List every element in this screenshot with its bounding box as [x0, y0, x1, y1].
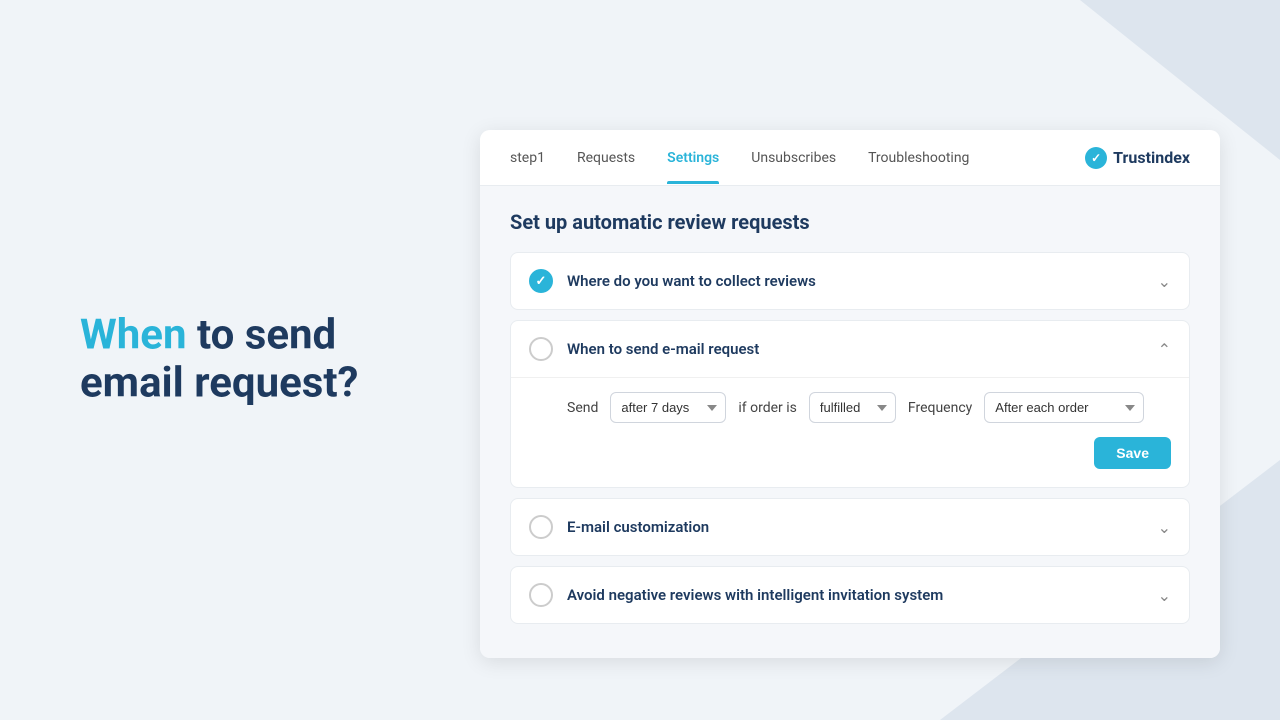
- accordion-item-4: Avoid negative reviews with intelligent …: [510, 566, 1190, 624]
- nav-bar: step1 Requests Settings Unsubscribes Tro…: [480, 130, 1220, 186]
- send-label: Send: [567, 400, 598, 416]
- accordion-header-3[interactable]: E-mail customization ⌄: [511, 499, 1189, 555]
- frequency-select[interactable]: After each order Once per customer Once …: [984, 392, 1144, 423]
- save-row: Save: [567, 437, 1171, 469]
- accordion-header-1[interactable]: Where do you want to collect reviews ⌄: [511, 253, 1189, 309]
- accordion-header-2[interactable]: When to send e-mail request ⌃: [511, 321, 1189, 377]
- section-title: Set up automatic review requests: [510, 210, 1190, 234]
- accordion-header-4[interactable]: Avoid negative reviews with intelligent …: [511, 567, 1189, 623]
- headline-highlight: When: [80, 311, 187, 360]
- accordion-label-1: Where do you want to collect reviews: [567, 272, 1158, 290]
- frequency-label: Frequency: [908, 400, 972, 416]
- save-button[interactable]: Save: [1094, 437, 1171, 469]
- send-row: Send after 7 days after 3 days after 14 …: [567, 392, 1171, 423]
- step-icon-4: [529, 583, 553, 607]
- nav-dashboard[interactable]: step1: [510, 132, 545, 184]
- logo-text: Trustindex: [1113, 148, 1190, 167]
- headline-block: When to send email request?: [80, 312, 430, 409]
- chevron-down-icon-1: ⌄: [1158, 272, 1171, 291]
- step-icon-3: [529, 515, 553, 539]
- main-card: step1 Requests Settings Unsubscribes Tro…: [480, 130, 1220, 658]
- logo: ✓ Trustindex: [1085, 147, 1190, 169]
- accordion-label-3: E-mail customization: [567, 518, 1158, 536]
- accordion-item-1: Where do you want to collect reviews ⌄: [510, 252, 1190, 310]
- headline-line2: email request?: [80, 359, 358, 408]
- headline-part2: to send: [187, 311, 337, 360]
- fulfilled-select[interactable]: fulfilled pending shipped: [809, 392, 896, 423]
- if-order-is-label: if order is: [738, 400, 797, 416]
- logo-icon: ✓: [1085, 147, 1107, 169]
- accordion-item-2: When to send e-mail request ⌃ Send after…: [510, 320, 1190, 488]
- content-area: Set up automatic review requests Where d…: [480, 186, 1220, 658]
- chevron-down-icon-4: ⌄: [1158, 586, 1171, 605]
- accordion-label-2: When to send e-mail request: [567, 340, 1158, 358]
- nav-requests[interactable]: Requests: [577, 132, 635, 184]
- accordion-body-2: Send after 7 days after 3 days after 14 …: [511, 377, 1189, 487]
- accordion-label-4: Avoid negative reviews with intelligent …: [567, 586, 1158, 604]
- step-icon-2: [529, 337, 553, 361]
- nav-troubleshooting[interactable]: Troubleshooting: [868, 132, 969, 184]
- after-days-select[interactable]: after 7 days after 3 days after 14 days …: [610, 392, 726, 423]
- chevron-down-icon-3: ⌄: [1158, 518, 1171, 537]
- nav-unsubscribes[interactable]: Unsubscribes: [751, 132, 836, 184]
- accordion-item-3: E-mail customization ⌄: [510, 498, 1190, 556]
- step-icon-1: [529, 269, 553, 293]
- nav-settings[interactable]: Settings: [667, 132, 719, 184]
- chevron-up-icon-2: ⌃: [1158, 340, 1171, 359]
- nav-links: step1 Requests Settings Unsubscribes Tro…: [510, 132, 1085, 184]
